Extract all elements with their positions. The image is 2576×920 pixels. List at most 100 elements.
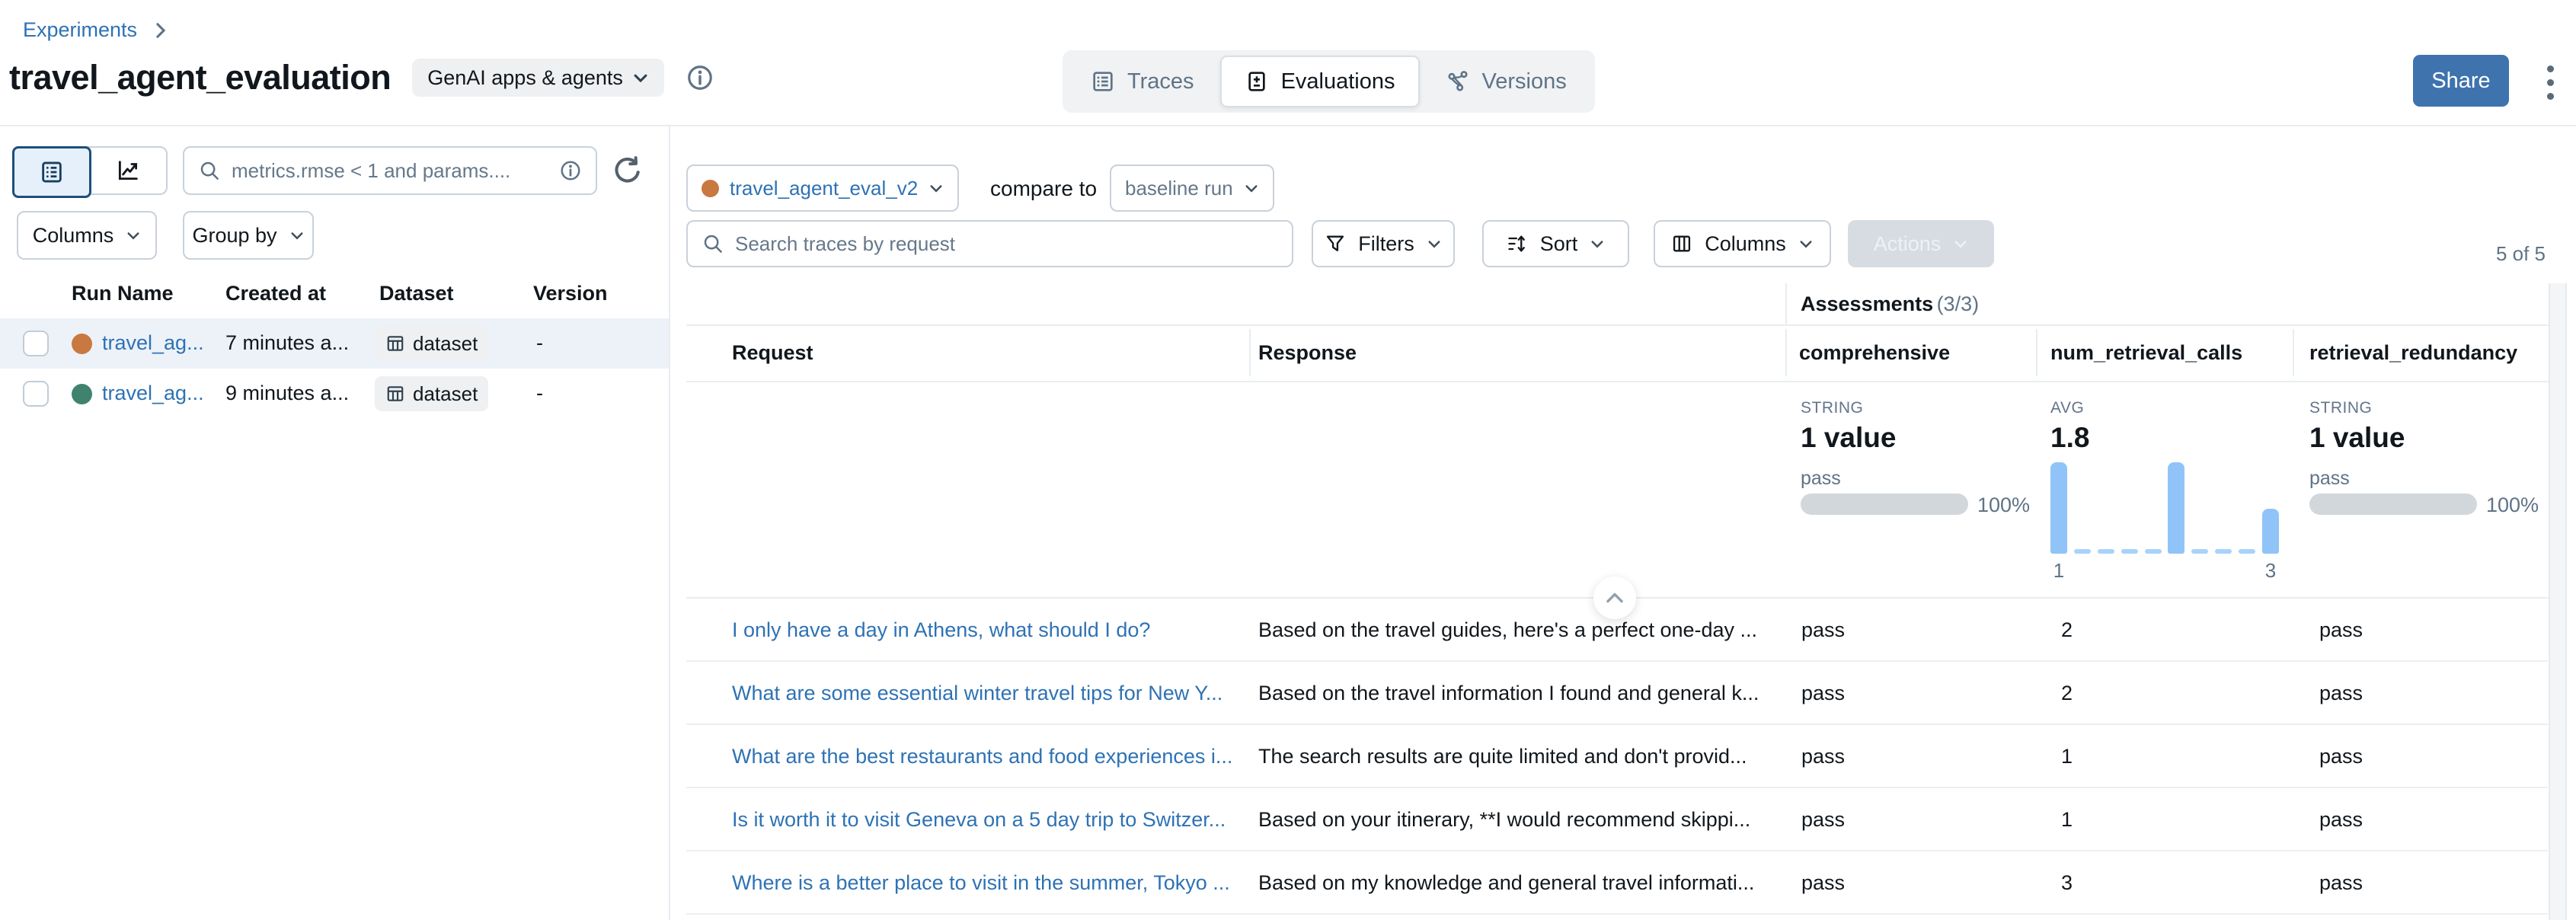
trace-retrieval-redundancy: pass	[2319, 745, 2363, 768]
histogram-empty-bin	[2098, 549, 2114, 554]
runs-panel: Columns Group by Run Name Created at Dat…	[0, 126, 670, 920]
trace-num-retrieval-calls: 2	[2061, 682, 2073, 705]
info-icon[interactable]	[686, 63, 714, 92]
run-color-dot	[72, 334, 92, 354]
trace-search-box	[686, 220, 1293, 267]
experiment-type-dropdown[interactable]: GenAI apps & agents	[412, 59, 664, 97]
trace-row[interactable]: What are the best restaurants and food e…	[686, 725, 2548, 788]
histogram-bar	[2168, 462, 2184, 554]
search-icon	[198, 159, 221, 182]
run-checkbox[interactable]	[23, 331, 49, 356]
run-created-at: 7 minutes a...	[225, 331, 349, 355]
sort-button[interactable]: Sort	[1482, 220, 1629, 267]
trace-search-input[interactable]	[735, 232, 1278, 256]
run-row[interactable]: travel_ag... 7 minutes a... dataset -	[0, 318, 669, 369]
run-checkbox[interactable]	[23, 381, 49, 407]
columns-icon	[1671, 233, 1692, 254]
dataset-chip[interactable]: dataset	[375, 326, 488, 361]
comprehensive-value: 1 value	[1801, 422, 1896, 454]
comprehensive-bar-label: pass	[1801, 468, 1841, 490]
runs-columns-button[interactable]: Columns	[17, 211, 157, 260]
dataset-chip[interactable]: dataset	[375, 376, 488, 411]
trace-retrieval-redundancy: pass	[2319, 618, 2363, 642]
trace-request-link[interactable]: What are the best restaurants and food e…	[732, 745, 1232, 768]
trace-response: The search results are quite limited and…	[1258, 745, 1747, 768]
tab-traces[interactable]: Traces	[1068, 56, 1217, 107]
runs-filter-input[interactable]	[232, 159, 548, 183]
trace-row[interactable]: I only have a day in Athens, what should…	[686, 599, 2548, 662]
histogram-empty-bin	[2121, 549, 2138, 554]
trace-num-retrieval-calls: 1	[2061, 808, 2073, 832]
run-selector-dropdown[interactable]: travel_agent_eval_v2	[686, 165, 959, 212]
view-tabs: Traces Evaluations Versions	[1063, 50, 1595, 113]
chart-view-toggle[interactable]	[90, 148, 166, 193]
group-by-label: Group by	[192, 224, 276, 248]
trace-row[interactable]: Where is a better place to visit in the …	[686, 851, 2548, 915]
run-version: -	[536, 331, 543, 355]
trace-request-link[interactable]: I only have a day in Athens, what should…	[732, 618, 1150, 642]
trace-response: Based on my knowledge and general travel…	[1258, 871, 1754, 895]
runs-header-created-at[interactable]: Created at	[225, 282, 326, 305]
compare-to-label: compare to	[990, 177, 1097, 201]
filters-button[interactable]: Filters	[1312, 220, 1455, 267]
trace-retrieval-redundancy: pass	[2319, 682, 2363, 705]
baseline-run-dropdown[interactable]: baseline run	[1110, 165, 1274, 212]
sort-icon	[1507, 233, 1528, 254]
page-title: travel_agent_evaluation	[9, 58, 391, 97]
tab-evaluations-label: Evaluations	[1281, 69, 1395, 94]
num-retrieval-calls-avg: 1.8	[2050, 422, 2089, 454]
view-mode-toggle	[12, 146, 168, 195]
refresh-icon[interactable]	[611, 154, 644, 187]
vertical-scrollbar[interactable]	[2549, 283, 2567, 920]
column-header-retrieval-redundancy[interactable]: retrieval_redundancy	[2309, 341, 2517, 365]
num-retrieval-calls-histogram	[2050, 462, 2279, 554]
column-header-request[interactable]: Request	[732, 341, 813, 365]
column-header-response[interactable]: Response	[1258, 341, 1357, 365]
num-retrieval-calls-type: AVG	[2050, 399, 2084, 417]
kebab-menu-icon[interactable]	[2533, 62, 2567, 102]
run-name-link[interactable]: travel_ag...	[102, 382, 204, 405]
tab-versions[interactable]: Versions	[1423, 56, 1590, 107]
run-row[interactable]: travel_ag... 9 minutes a... dataset -	[0, 369, 669, 419]
trace-num-retrieval-calls: 3	[2061, 871, 2073, 895]
tab-evaluations[interactable]: Evaluations	[1220, 56, 1420, 107]
trace-retrieval-redundancy: pass	[2319, 808, 2363, 832]
title-row: travel_agent_evaluation GenAI apps & age…	[9, 58, 714, 97]
dataset-chip-label: dataset	[413, 332, 478, 356]
trace-columns-button[interactable]: Columns	[1654, 220, 1831, 267]
trace-request-link[interactable]: Is it worth it to visit Geneva on a 5 da…	[732, 808, 1226, 832]
trace-response: Based on the travel information I found …	[1258, 682, 1759, 705]
trace-row[interactable]: What are some essential winter travel ti…	[686, 662, 2548, 725]
baseline-run-value: baseline run	[1125, 177, 1233, 200]
filter-info-icon[interactable]	[559, 159, 582, 182]
assessments-count: (3/3)	[1937, 292, 1980, 315]
chevron-down-icon	[1244, 180, 1259, 196]
table-view-toggle[interactable]	[12, 146, 91, 198]
trace-comprehensive: pass	[1801, 618, 1845, 642]
column-header-comprehensive[interactable]: comprehensive	[1799, 341, 1950, 365]
trace-comprehensive: pass	[1801, 871, 1845, 895]
breadcrumb-experiments-link[interactable]: Experiments	[23, 18, 137, 42]
trace-row[interactable]: Is it worth it to visit Geneva on a 5 da…	[686, 788, 2548, 851]
retrieval-redundancy-value: 1 value	[2309, 422, 2405, 454]
histogram-tick-max: 3	[2262, 559, 2279, 583]
table-view-icon	[39, 159, 65, 185]
runs-header-run-name[interactable]: Run Name	[72, 282, 174, 305]
column-header-num-retrieval-calls[interactable]: num_retrieval_calls	[2050, 341, 2242, 365]
breadcrumb: Experiments	[23, 18, 168, 42]
runs-columns-label: Columns	[33, 224, 114, 248]
traces-panel: travel_agent_eval_v2 compare to baseline…	[670, 126, 2576, 920]
run-name-link[interactable]: travel_ag...	[102, 331, 204, 355]
share-button[interactable]: Share	[2413, 55, 2509, 107]
trace-num-retrieval-calls: 2	[2061, 618, 2073, 642]
trace-request-link[interactable]: Where is a better place to visit in the …	[732, 871, 1230, 895]
histogram-empty-bin	[2145, 549, 2162, 554]
histogram-bar	[2262, 509, 2279, 554]
trace-request-link[interactable]: What are some essential winter travel ti…	[732, 682, 1222, 705]
sort-label: Sort	[1540, 232, 1578, 256]
group-by-button[interactable]: Group by	[183, 211, 314, 260]
runs-header-version[interactable]: Version	[533, 282, 608, 305]
runs-header-dataset[interactable]: Dataset	[379, 282, 454, 305]
actions-button[interactable]: Actions	[1848, 220, 1994, 267]
chevron-down-icon	[1798, 236, 1814, 251]
